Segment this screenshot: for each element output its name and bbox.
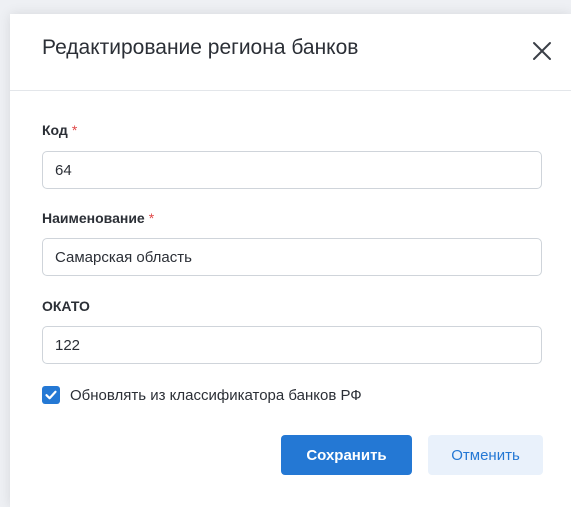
required-mark: * [71, 122, 78, 138]
okato-label: ОКАТО [42, 298, 90, 314]
dialog-header: Редактирование региона банков [10, 14, 571, 91]
name-label: Наименование * [42, 210, 154, 226]
update-from-classifier-checkbox[interactable] [42, 386, 60, 404]
edit-region-dialog: Редактирование региона банков Код* Наиме… [10, 14, 571, 507]
code-label-text: Код [42, 122, 68, 138]
name-input[interactable] [42, 238, 542, 276]
dialog-title: Редактирование региона банков [42, 36, 359, 59]
okato-label-text: ОКАТО [42, 298, 90, 314]
checkmark-icon [45, 390, 57, 400]
okato-input[interactable] [42, 326, 542, 364]
close-icon[interactable] [530, 39, 554, 63]
save-button[interactable]: Сохранить [281, 435, 412, 475]
code-input[interactable] [42, 151, 542, 189]
cancel-button[interactable]: Отменить [428, 435, 543, 475]
required-mark: * [148, 210, 155, 226]
name-label-text: Наименование [42, 210, 145, 226]
code-label: Код * [42, 122, 77, 138]
update-from-classifier-label: Обновлять из классификатора банков РФ [70, 386, 362, 404]
update-from-classifier-checkbox-row[interactable]: Обновлять из классификатора банков РФ [42, 385, 362, 405]
